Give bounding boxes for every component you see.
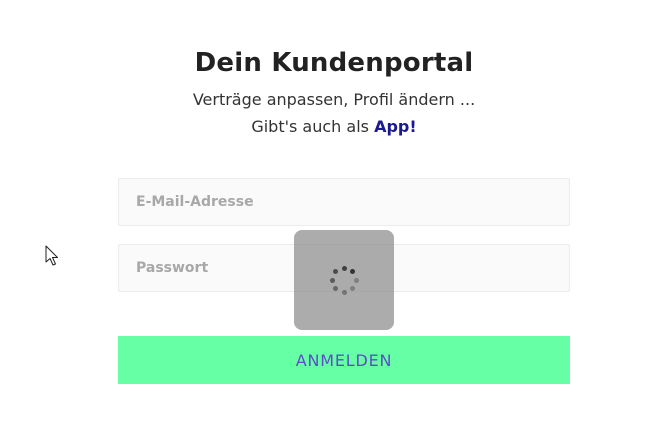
page-subtitle: Verträge anpassen, Profil ändern ... Gib… [0, 86, 668, 140]
spinner-dot [333, 269, 339, 275]
login-button[interactable]: ANMELDEN [118, 336, 570, 384]
spinner-dot [341, 265, 347, 271]
spinner-dot [329, 277, 335, 283]
page-title: Dein Kundenportal [194, 48, 474, 79]
spinner-dot [349, 285, 355, 291]
app-link[interactable]: App! [374, 117, 417, 136]
arrow-cursor-icon [45, 245, 58, 266]
loading-overlay [294, 230, 394, 330]
spinner-dot [353, 277, 359, 283]
email-field[interactable] [118, 178, 570, 226]
spinner-dot [333, 285, 339, 291]
subtitle-line-2: Gibt's auch als App! [0, 113, 668, 140]
spinner-dot [341, 289, 347, 295]
subtitle-line-1: Verträge anpassen, Profil ändern ... [192, 90, 476, 109]
app-hint-text: Gibt's auch als [251, 117, 369, 136]
spinner-dot [349, 269, 355, 275]
